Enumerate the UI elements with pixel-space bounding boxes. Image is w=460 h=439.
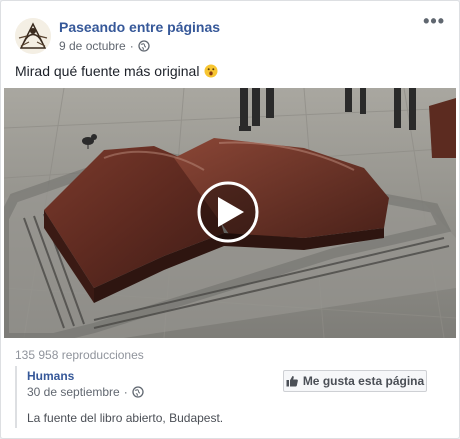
post-date[interactable]: 9 de octubre bbox=[59, 39, 126, 53]
like-page-button[interactable]: Me gusta esta página bbox=[283, 370, 427, 392]
more-options-icon[interactable]: ••• bbox=[423, 12, 445, 30]
play-icon[interactable] bbox=[197, 181, 259, 243]
post-card: Paseando entre páginas 9 de octubre · ••… bbox=[0, 0, 460, 439]
meta-separator: · bbox=[129, 39, 134, 53]
like-page-button-label: Me gusta esta página bbox=[302, 374, 425, 388]
shared-page-name-link[interactable]: Humans bbox=[27, 369, 74, 383]
thumbs-up-icon bbox=[286, 375, 298, 387]
astonished-face-emoji bbox=[204, 64, 218, 78]
post-text: Mirad qué fuente más original bbox=[15, 63, 218, 79]
globe-icon bbox=[132, 386, 144, 398]
shared-page-attachment: Humans 30 de septiembre · Me gusta esta … bbox=[15, 366, 447, 428]
globe-icon bbox=[138, 40, 150, 52]
post-text-content: Mirad qué fuente más original bbox=[15, 63, 200, 79]
shared-page-meta: 30 de septiembre · bbox=[27, 385, 144, 399]
shared-meta-separator: · bbox=[123, 385, 128, 399]
page-avatar[interactable] bbox=[15, 18, 51, 54]
page-name-link[interactable]: Paseando entre páginas bbox=[59, 19, 220, 35]
video-frame bbox=[4, 88, 456, 338]
shared-page-description: La fuente del libro abierto, Budapest. bbox=[27, 411, 224, 425]
shared-page-date[interactable]: 30 de septiembre bbox=[27, 385, 120, 399]
view-count: 135 958 reproducciones bbox=[15, 348, 144, 362]
video-player[interactable] bbox=[4, 88, 456, 338]
post-meta: 9 de octubre · bbox=[59, 39, 150, 53]
